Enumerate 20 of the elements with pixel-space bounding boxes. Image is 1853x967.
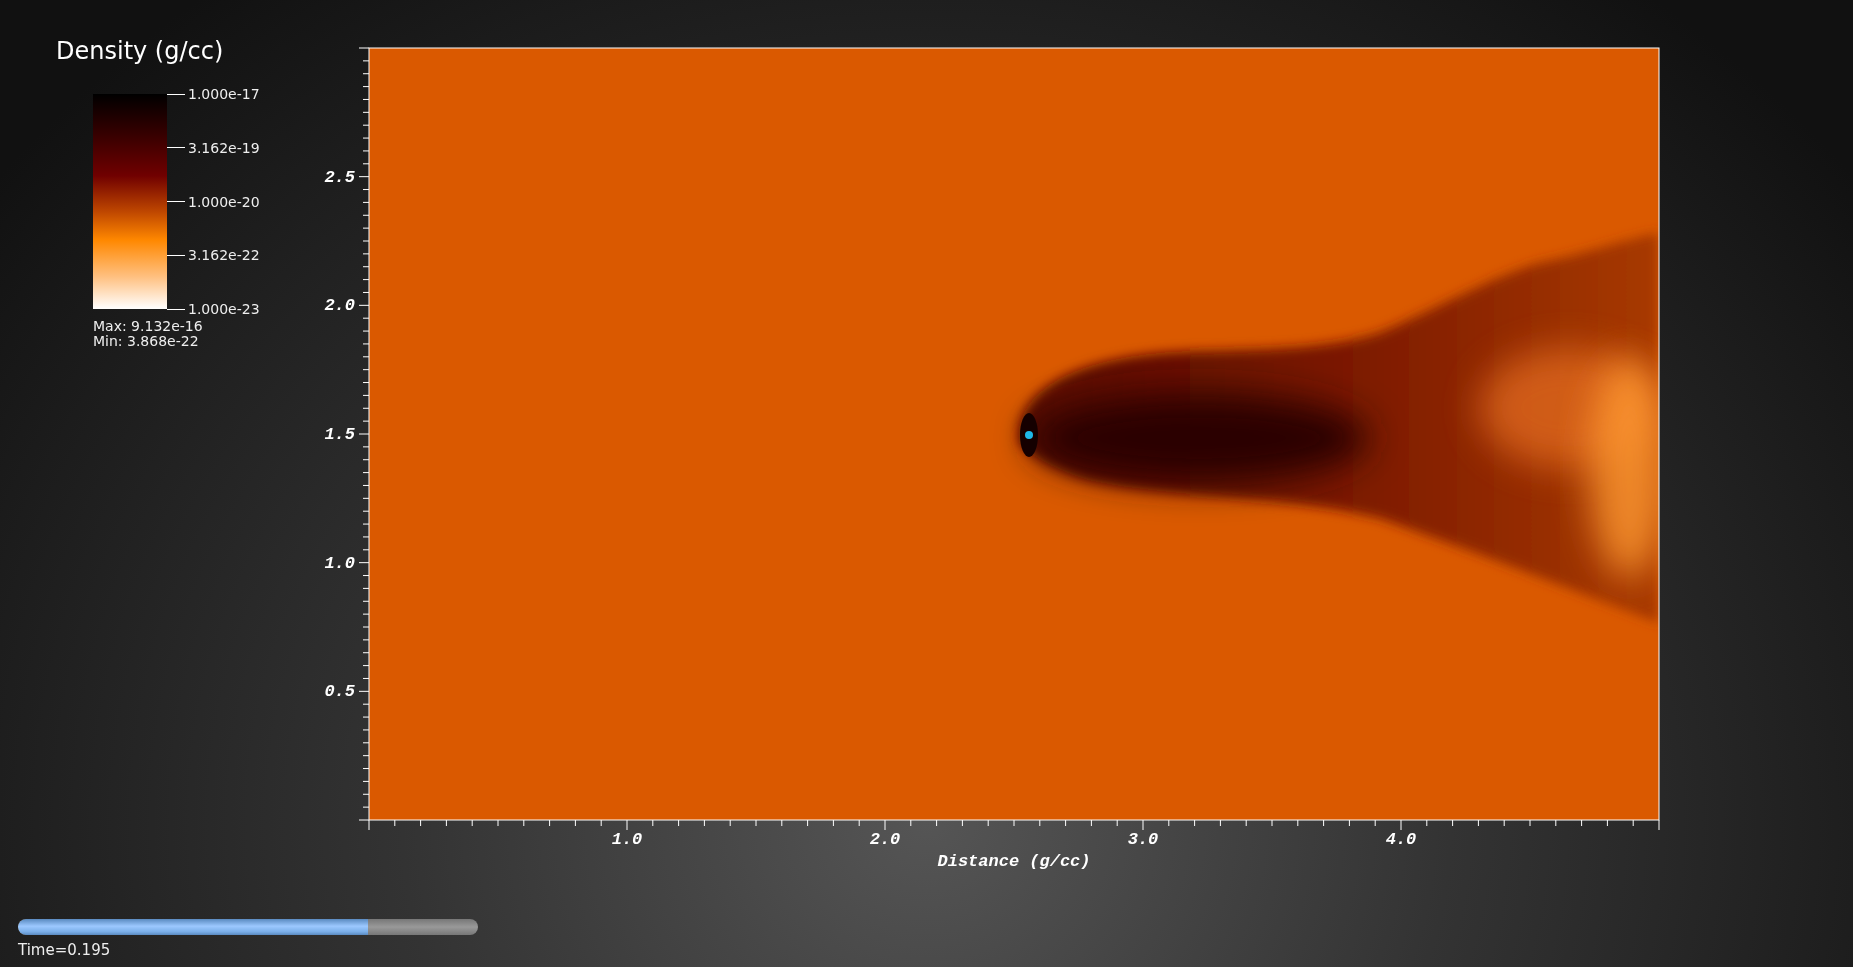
x-axis-label: 4.0 [1385, 830, 1417, 849]
max-label: Max: 9.132e-16 [93, 319, 204, 334]
y-axis-label: 1.0 [324, 553, 355, 573]
time-slider[interactable] [18, 919, 478, 935]
legend-title: Density (g/cc) [56, 36, 225, 66]
colorbar-tick: 1.000e-23 [167, 301, 260, 317]
x-axis-label: 2.0 [869, 830, 901, 849]
time-label: Time=0.195 [18, 941, 112, 959]
min-label: Min: 3.868e-22 [93, 334, 200, 349]
x-axis-label: 3.0 [1127, 830, 1159, 849]
colorbar-tick: 3.162e-19 [167, 139, 260, 156]
x-axis-label: 1.0 [611, 830, 643, 849]
colorbar-tick: 1.000e-17 [167, 86, 260, 102]
y-axis-label: 1.5 [324, 424, 355, 444]
x-axis-title: Distance (g/cc) [937, 852, 1091, 871]
colorbar-tick: 3.162e-22 [167, 247, 260, 264]
y-axis-label: 0.5 [324, 681, 355, 701]
y-axis-label: 2.5 [324, 167, 355, 187]
y-axis-label: 2.0 [324, 295, 355, 315]
colorbar-tick: 1.000e-20 [167, 193, 260, 210]
